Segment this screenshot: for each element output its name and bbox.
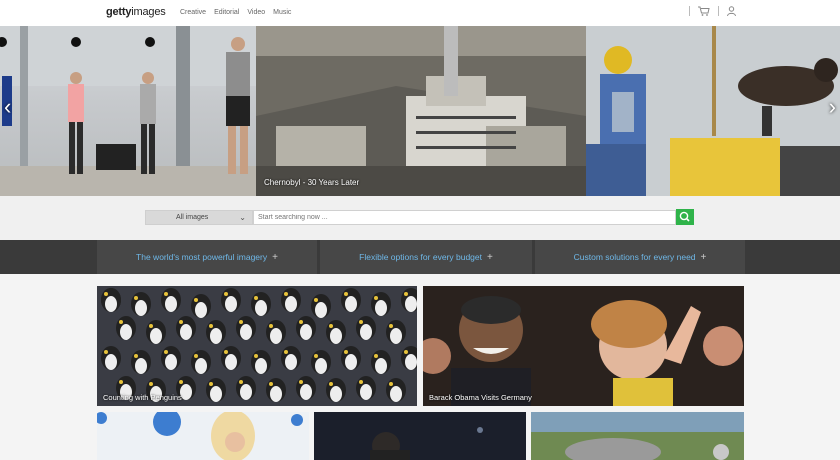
main-nav: Creative Editorial Video Music bbox=[180, 9, 291, 16]
penguins-image bbox=[97, 286, 417, 406]
tile-animal[interactable] bbox=[531, 412, 744, 460]
top-header: gettyimages Creative Editorial Video Mus… bbox=[0, 0, 840, 26]
feature-label: Custom solutions for every need bbox=[573, 252, 696, 262]
page: gettyimages Creative Editorial Video Mus… bbox=[0, 0, 840, 460]
nav-editorial[interactable]: Editorial bbox=[214, 9, 239, 16]
cart-icon[interactable] bbox=[698, 6, 710, 16]
tile-obama-germany[interactable]: Barack Obama Visits Germany bbox=[423, 286, 744, 406]
logo-rest-text: images bbox=[131, 6, 166, 18]
search-icon bbox=[679, 211, 690, 222]
features-bar: The world's most powerful imagery + Flexi… bbox=[0, 240, 840, 274]
header-icons bbox=[689, 6, 736, 16]
tile-penguins[interactable]: Counting with Penguins bbox=[97, 286, 417, 406]
feature-flexible-options[interactable]: Flexible options for every budget + bbox=[320, 240, 532, 274]
animal-image bbox=[531, 412, 744, 460]
hero-image-worker-monkey[interactable] bbox=[586, 26, 840, 196]
nav-creative[interactable]: Creative bbox=[180, 9, 206, 16]
tile-speaker[interactable] bbox=[314, 412, 526, 460]
feature-custom-solutions[interactable]: Custom solutions for every need + bbox=[535, 240, 745, 274]
user-icon[interactable] bbox=[727, 6, 736, 16]
tile-caption: Barack Obama Visits Germany bbox=[429, 393, 532, 402]
plus-icon: + bbox=[700, 251, 707, 263]
hero-caption[interactable]: Chernobyl - 30 Years Later bbox=[264, 178, 359, 187]
hero-carousel[interactable]: Chernobyl - 30 Years Later ‹ › bbox=[0, 26, 840, 196]
feature-label: Flexible options for every budget bbox=[359, 252, 482, 262]
gettyimages-logo[interactable]: gettyimages bbox=[106, 6, 166, 18]
feature-powerful-imagery[interactable]: The world's most powerful imagery + bbox=[97, 240, 317, 274]
search-section: All images ⌄ bbox=[0, 196, 840, 240]
feature-label: The world's most powerful imagery bbox=[136, 252, 268, 262]
tile-pop-star[interactable] bbox=[97, 412, 309, 460]
plus-icon: + bbox=[487, 251, 493, 263]
hero-image-chernobyl[interactable] bbox=[256, 26, 586, 196]
plus-icon: + bbox=[272, 251, 278, 263]
pop-star-image bbox=[97, 412, 309, 460]
chevron-down-icon: ⌄ bbox=[239, 213, 246, 222]
search-input[interactable] bbox=[253, 210, 676, 225]
nav-video[interactable]: Video bbox=[247, 9, 265, 16]
divider bbox=[689, 6, 690, 16]
carousel-next-icon[interactable]: › bbox=[829, 96, 836, 118]
hero-image-gym[interactable] bbox=[0, 26, 256, 196]
speaker-image bbox=[314, 412, 526, 460]
obama-merkel-image bbox=[423, 286, 744, 406]
logo-bold-text: getty bbox=[106, 6, 132, 18]
search-button[interactable] bbox=[676, 209, 694, 225]
tile-caption: Counting with Penguins bbox=[103, 393, 182, 402]
category-selected: All images bbox=[176, 214, 209, 221]
carousel-prev-icon[interactable]: ‹ bbox=[4, 96, 11, 118]
category-dropdown[interactable]: All images ⌄ bbox=[145, 210, 253, 225]
nav-music[interactable]: Music bbox=[273, 9, 291, 16]
divider bbox=[718, 6, 719, 16]
